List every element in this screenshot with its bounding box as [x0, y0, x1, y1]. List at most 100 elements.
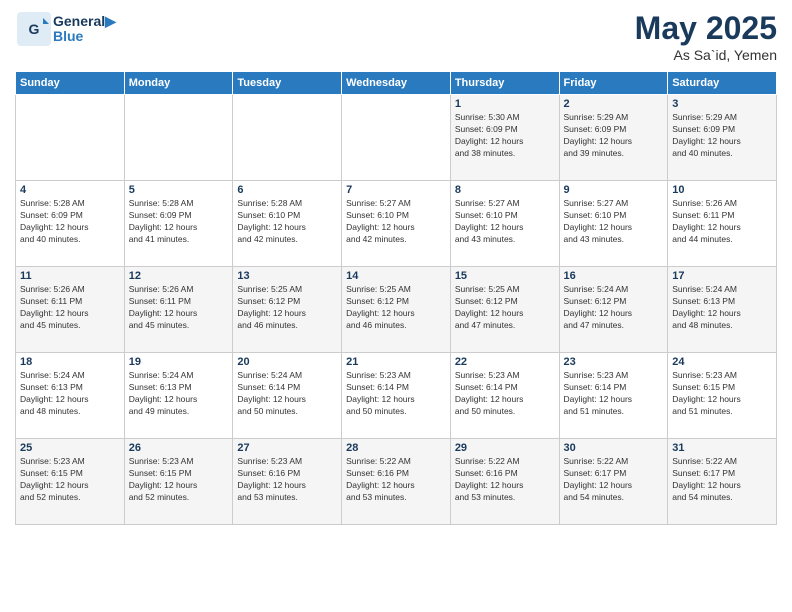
cell-line: Daylight: 12 hours: [564, 308, 664, 320]
cell-line: Daylight: 12 hours: [346, 480, 446, 492]
day-cell: [342, 95, 451, 181]
day-header-monday: Monday: [124, 72, 233, 95]
cell-line: Sunrise: 5:27 AM: [455, 198, 555, 210]
cell-line: and 52 minutes.: [20, 492, 120, 504]
cell-line: Sunrise: 5:28 AM: [20, 198, 120, 210]
calendar-table: SundayMondayTuesdayWednesdayThursdayFrid…: [15, 71, 777, 525]
logo-icon: G: [15, 10, 53, 48]
day-header-sunday: Sunday: [16, 72, 125, 95]
day-header-saturday: Saturday: [668, 72, 777, 95]
cell-line: and 41 minutes.: [129, 234, 229, 246]
cell-line: Sunrise: 5:28 AM: [237, 198, 337, 210]
day-number: 29: [455, 442, 555, 454]
day-header-friday: Friday: [559, 72, 668, 95]
day-number: 14: [346, 270, 446, 282]
cell-line: Sunset: 6:11 PM: [672, 210, 772, 222]
cell-line: Sunrise: 5:23 AM: [129, 456, 229, 468]
cell-line: Sunrise: 5:24 AM: [672, 284, 772, 296]
cell-line: and 48 minutes.: [20, 406, 120, 418]
cell-line: and 46 minutes.: [237, 320, 337, 332]
day-number: 6: [237, 184, 337, 196]
day-number: 24: [672, 356, 772, 368]
cell-line: Sunrise: 5:23 AM: [672, 370, 772, 382]
cell-line: Sunrise: 5:23 AM: [237, 456, 337, 468]
cell-line: Sunrise: 5:22 AM: [346, 456, 446, 468]
cell-line: Sunset: 6:17 PM: [672, 468, 772, 480]
cell-line: and 47 minutes.: [455, 320, 555, 332]
header-row: SundayMondayTuesdayWednesdayThursdayFrid…: [16, 72, 777, 95]
cell-line: Sunrise: 5:23 AM: [564, 370, 664, 382]
day-number: 8: [455, 184, 555, 196]
cell-line: Sunset: 6:12 PM: [237, 296, 337, 308]
week-row-1: 1Sunrise: 5:30 AMSunset: 6:09 PMDaylight…: [16, 95, 777, 181]
cell-line: Daylight: 12 hours: [237, 480, 337, 492]
cell-line: and 40 minutes.: [20, 234, 120, 246]
cell-line: Sunset: 6:14 PM: [346, 382, 446, 394]
cell-line: Sunrise: 5:23 AM: [346, 370, 446, 382]
cell-line: Sunset: 6:11 PM: [129, 296, 229, 308]
day-number: 15: [455, 270, 555, 282]
cell-line: Daylight: 12 hours: [20, 222, 120, 234]
cell-line: and 47 minutes.: [564, 320, 664, 332]
day-cell: 23Sunrise: 5:23 AMSunset: 6:14 PMDayligh…: [559, 353, 668, 439]
day-cell: 5Sunrise: 5:28 AMSunset: 6:09 PMDaylight…: [124, 181, 233, 267]
cell-line: Sunrise: 5:25 AM: [346, 284, 446, 296]
cell-line: Sunset: 6:13 PM: [672, 296, 772, 308]
header: G General▶ Blue May 2025 As Sa`id, Yemen: [15, 10, 777, 63]
cell-line: Daylight: 12 hours: [20, 308, 120, 320]
day-number: 2: [564, 98, 664, 110]
cell-line: Sunset: 6:16 PM: [237, 468, 337, 480]
cell-line: Sunset: 6:10 PM: [346, 210, 446, 222]
cell-line: Sunset: 6:16 PM: [346, 468, 446, 480]
cell-line: Sunrise: 5:26 AM: [672, 198, 772, 210]
day-number: 23: [564, 356, 664, 368]
cell-line: Daylight: 12 hours: [672, 480, 772, 492]
day-header-tuesday: Tuesday: [233, 72, 342, 95]
day-header-thursday: Thursday: [450, 72, 559, 95]
cell-line: Sunset: 6:12 PM: [346, 296, 446, 308]
cell-line: Sunset: 6:11 PM: [20, 296, 120, 308]
cell-line: Daylight: 12 hours: [564, 480, 664, 492]
logo-general: General: [53, 13, 105, 29]
cell-line: Sunset: 6:14 PM: [564, 382, 664, 394]
page: G General▶ Blue May 2025 As Sa`id, Yemen…: [0, 0, 792, 612]
day-number: 4: [20, 184, 120, 196]
cell-line: Sunset: 6:09 PM: [564, 124, 664, 136]
day-number: 26: [129, 442, 229, 454]
day-cell: 10Sunrise: 5:26 AMSunset: 6:11 PMDayligh…: [668, 181, 777, 267]
week-row-2: 4Sunrise: 5:28 AMSunset: 6:09 PMDaylight…: [16, 181, 777, 267]
svg-text:G: G: [29, 21, 40, 37]
day-cell: 31Sunrise: 5:22 AMSunset: 6:17 PMDayligh…: [668, 439, 777, 525]
day-number: 30: [564, 442, 664, 454]
cell-line: Daylight: 12 hours: [129, 222, 229, 234]
day-cell: 11Sunrise: 5:26 AMSunset: 6:11 PMDayligh…: [16, 267, 125, 353]
cell-line: and 50 minutes.: [455, 406, 555, 418]
day-number: 19: [129, 356, 229, 368]
day-cell: 30Sunrise: 5:22 AMSunset: 6:17 PMDayligh…: [559, 439, 668, 525]
day-number: 21: [346, 356, 446, 368]
logo-text: General▶: [53, 14, 116, 29]
cell-line: Daylight: 12 hours: [455, 222, 555, 234]
day-number: 12: [129, 270, 229, 282]
day-number: 20: [237, 356, 337, 368]
cell-line: Daylight: 12 hours: [346, 222, 446, 234]
day-cell: 15Sunrise: 5:25 AMSunset: 6:12 PMDayligh…: [450, 267, 559, 353]
cell-line: and 51 minutes.: [672, 406, 772, 418]
cell-line: Sunrise: 5:28 AM: [129, 198, 229, 210]
cell-line: and 49 minutes.: [129, 406, 229, 418]
cell-line: Sunset: 6:12 PM: [564, 296, 664, 308]
cell-line: Daylight: 12 hours: [455, 308, 555, 320]
day-cell: [16, 95, 125, 181]
day-cell: 3Sunrise: 5:29 AMSunset: 6:09 PMDaylight…: [668, 95, 777, 181]
cell-line: Sunset: 6:09 PM: [129, 210, 229, 222]
cell-line: Sunrise: 5:27 AM: [564, 198, 664, 210]
day-cell: [124, 95, 233, 181]
week-row-5: 25Sunrise: 5:23 AMSunset: 6:15 PMDayligh…: [16, 439, 777, 525]
cell-line: Sunset: 6:14 PM: [455, 382, 555, 394]
day-cell: 24Sunrise: 5:23 AMSunset: 6:15 PMDayligh…: [668, 353, 777, 439]
cell-line: Sunrise: 5:29 AM: [564, 112, 664, 124]
location: As Sa`id, Yemen: [635, 47, 777, 63]
cell-line: and 52 minutes.: [129, 492, 229, 504]
cell-line: Daylight: 12 hours: [129, 394, 229, 406]
cell-line: and 54 minutes.: [672, 492, 772, 504]
